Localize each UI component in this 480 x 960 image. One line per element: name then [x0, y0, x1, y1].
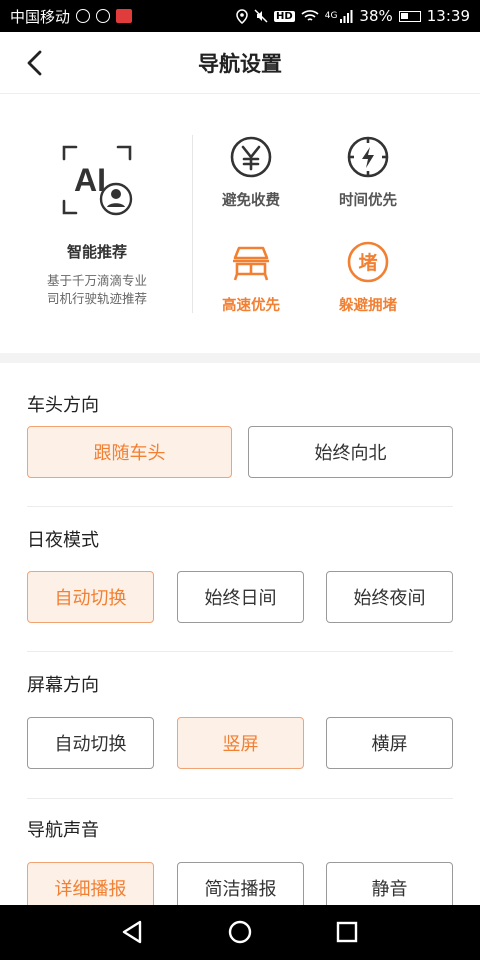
day-night-auto-button[interactable]: 自动切换 — [27, 571, 154, 623]
orientation-section: 屏幕方向 自动切换 竖屏 横屏 — [0, 653, 480, 799]
voice-section: 导航声音 详细播报 简洁播报 静音 — [0, 800, 480, 905]
voice-section-title: 导航声音 — [27, 820, 99, 841]
portrait-button[interactable]: 竖屏 — [177, 717, 304, 769]
highway-priority-label: 高速优先 — [222, 298, 280, 314]
detailed-voice-button[interactable]: 详细播报 — [27, 862, 154, 905]
north-up-button[interactable]: 始终向北 — [248, 426, 453, 478]
day-night-section-title: 日夜模式 — [27, 530, 99, 551]
follow-heading-button[interactable]: 跟随车头 — [27, 426, 232, 478]
nav-recents-button[interactable] — [332, 917, 362, 947]
battery-icon — [398, 10, 421, 22]
ai-recommend-desc: 基于千万滴滴专业 司机行驶轨迹推荐 — [28, 272, 166, 308]
nav-back-button[interactable] — [118, 917, 148, 947]
status-left: 中国移动 — [10, 6, 133, 27]
battery-percent: 38% — [359, 7, 393, 25]
concise-voice-button[interactable]: 简洁播报 — [177, 862, 304, 905]
time-priority-option[interactable]: 时间优先 — [318, 135, 418, 210]
network-type: 4G — [324, 11, 338, 21]
heading-section-title: 车头方向 — [27, 395, 99, 416]
hd-badge: HD — [274, 10, 295, 22]
lightning-clock-icon — [346, 135, 390, 179]
route-preference-panel: AI 智能推荐 基于千万滴滴专业 司机行驶轨迹推荐 避免收费 时间优先 高速优先 — [0, 95, 480, 353]
triangle-back-icon — [122, 920, 142, 944]
square-recents-icon — [336, 921, 358, 943]
congestion-icon-text: 堵 — [358, 251, 377, 274]
orientation-section-title: 屏幕方向 — [27, 675, 99, 696]
circle-home-icon — [228, 920, 252, 944]
status-bar: 中国移动 HD 4G 38% 13:39 — [0, 0, 480, 32]
panel-divider — [192, 135, 193, 313]
avoid-toll-label: 避免收费 — [222, 193, 280, 209]
back-button[interactable] — [18, 46, 52, 80]
ai-recommend-title: 智能推荐 — [66, 243, 127, 261]
avoid-congestion-option[interactable]: 堵 躲避拥堵 — [318, 240, 418, 315]
mute-icon — [254, 9, 268, 23]
top-header: 导航设置 — [0, 32, 480, 94]
highway-priority-option[interactable]: 高速优先 — [201, 240, 301, 315]
ai-recommend-icon: AI — [60, 143, 134, 217]
carrier-label: 中国移动 — [10, 7, 71, 26]
notification-icon — [76, 9, 91, 23]
status-right: HD 4G 38% 13:39 — [236, 7, 470, 25]
wifi-icon — [301, 10, 319, 21]
congestion-icon: 堵 — [346, 240, 390, 284]
app-notification-icon — [116, 9, 133, 23]
ai-recommend-option[interactable]: AI 智能推荐 基于千万滴滴专业 司机行驶轨迹推荐 — [28, 143, 166, 308]
day-night-section: 日夜模式 自动切换 始终日间 始终夜间 — [0, 508, 480, 653]
nav-home-button[interactable] — [225, 917, 255, 947]
page-title: 导航设置 — [198, 51, 282, 76]
avoid-toll-option[interactable]: 避免收费 — [201, 135, 301, 210]
heading-divider — [27, 506, 453, 507]
system-nav-bar — [0, 905, 480, 960]
ai-desc-line2: 司机行驶轨迹推荐 — [46, 291, 147, 306]
heading-section: 车头方向 跟随车头 始终向北 — [0, 363, 480, 508]
landscape-button[interactable]: 横屏 — [326, 717, 453, 769]
time-priority-label: 时间优先 — [339, 193, 397, 209]
wechat-icon — [96, 9, 111, 23]
day-night-divider — [27, 651, 453, 652]
section-gap — [0, 353, 480, 363]
orientation-divider — [27, 798, 453, 799]
avoid-congestion-label: 躲避拥堵 — [339, 298, 397, 314]
always-day-button[interactable]: 始终日间 — [177, 571, 304, 623]
always-night-button[interactable]: 始终夜间 — [326, 571, 453, 623]
orientation-auto-button[interactable]: 自动切换 — [27, 717, 154, 769]
clock: 13:39 — [426, 7, 470, 25]
highway-icon — [229, 240, 273, 284]
mute-voice-button[interactable]: 静音 — [326, 862, 453, 905]
yen-icon — [229, 135, 273, 179]
signal-icon — [340, 9, 353, 23]
location-icon — [236, 8, 248, 24]
chevron-left-icon — [27, 50, 42, 76]
ai-desc-line1: 基于千万滴滴专业 — [46, 273, 147, 288]
